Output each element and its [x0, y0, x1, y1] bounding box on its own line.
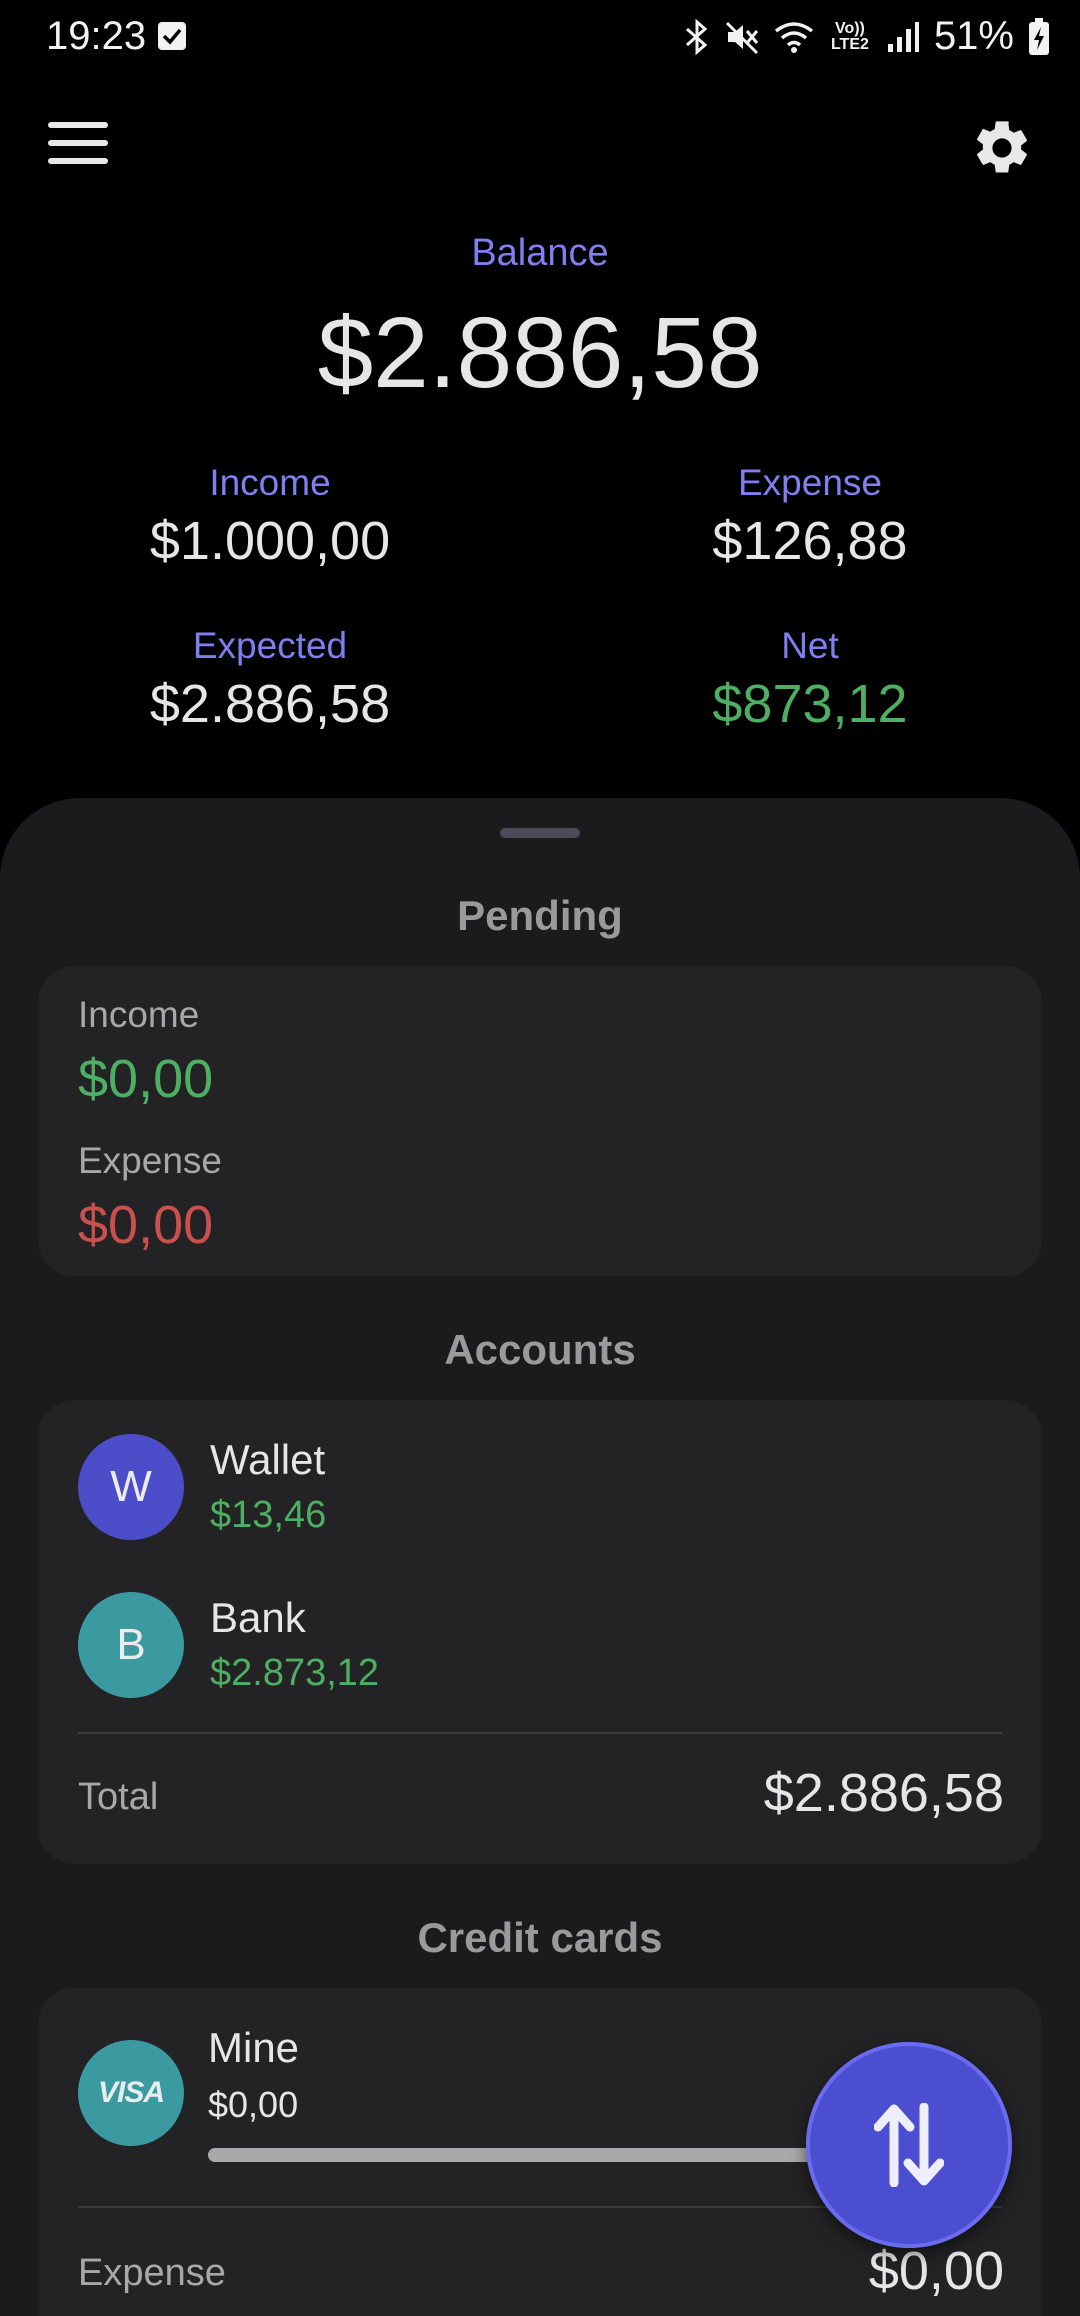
expense-label: Expense	[738, 462, 882, 503]
income-label: Income	[209, 462, 331, 503]
credit-cards-title: Credit cards	[417, 1914, 663, 1961]
net-value: $873,12	[712, 674, 908, 734]
checkbox-notification-icon	[158, 22, 186, 50]
account-avatar: W	[78, 1434, 184, 1540]
card-logo-text: VISA	[97, 2076, 165, 2109]
account-name: Wallet	[210, 1436, 326, 1483]
wifi-icon	[774, 21, 814, 53]
accounts-total-value: $2.886,58	[763, 1763, 1004, 1823]
battery-charging-icon	[1029, 17, 1049, 55]
account-balance: $13,46	[210, 1494, 327, 1536]
transfer-fab-button[interactable]	[806, 2042, 1012, 2248]
credit-cards-expense-label: Expense	[78, 2252, 226, 2294]
settings-button[interactable]	[970, 116, 1034, 180]
visa-logo-icon: VISA	[78, 2040, 184, 2146]
expense-stat: Expense $126,88	[560, 462, 1060, 572]
income-value: $1.000,00	[149, 511, 391, 571]
gear-icon	[977, 121, 1027, 173]
accounts-total-label: Total	[78, 1776, 159, 1818]
expected-stat: Expected $2.886,58	[20, 625, 520, 735]
app-root: 19:23 Vo)) LTE2 51% Balance $2.886,58 In…	[0, 0, 1080, 2316]
net-label: Net	[781, 625, 839, 666]
account-balance: $2.873,12	[210, 1652, 380, 1694]
account-item-wallet[interactable]: W Wallet $13,46	[78, 1434, 1018, 1540]
mute-icon	[725, 21, 759, 54]
net-stat: Net $873,12	[560, 625, 1060, 735]
credit-card-used: $0,00	[208, 2084, 299, 2125]
signal-icon	[887, 21, 919, 52]
network-label: Vo)) LTE2	[830, 19, 869, 53]
status-icons: Vo)) LTE2 51%	[684, 14, 1050, 59]
swap-vertical-arrows-icon	[874, 2103, 944, 2187]
credit-cards-expense-value: $0,00	[868, 2241, 1004, 2301]
pending-expense-label: Expense	[78, 1140, 222, 1181]
menu-button[interactable]	[48, 120, 110, 168]
pending-title: Pending	[457, 892, 623, 939]
status-bar: 19:23 Vo)) LTE2 51%	[0, 0, 1080, 78]
pending-card: Income $0,00 Expense $0,00	[38, 966, 1042, 1276]
sheet-drag-handle[interactable]	[500, 828, 580, 838]
bluetooth-icon	[685, 18, 708, 55]
status-time: 19:23	[46, 14, 147, 58]
balance-value: $2.886,58	[317, 297, 763, 409]
pending-income-label: Income	[78, 994, 200, 1035]
credit-card-name[interactable]: Mine	[208, 2024, 299, 2072]
accounts-card: W Wallet $13,46 B Bank $2.873,12 Total $…	[38, 1400, 1042, 1864]
accounts-divider	[78, 1732, 1002, 1734]
expense-value: $126,88	[712, 511, 908, 571]
expected-value: $2.886,58	[149, 674, 391, 734]
income-stat: Income $1.000,00	[20, 462, 520, 572]
account-item-bank[interactable]: B Bank $2.873,12	[78, 1592, 1018, 1698]
account-avatar: B	[78, 1592, 184, 1698]
pending-income-value: $0,00	[78, 1049, 214, 1109]
battery-percent: 51%	[933, 14, 1014, 58]
balance-label: Balance	[471, 232, 609, 274]
hamburger-menu-icon	[48, 122, 108, 128]
accounts-title: Accounts	[444, 1326, 636, 1373]
pending-expense-value: $0,00	[78, 1195, 214, 1255]
expected-label: Expected	[192, 625, 348, 666]
account-name: Bank	[210, 1594, 306, 1641]
